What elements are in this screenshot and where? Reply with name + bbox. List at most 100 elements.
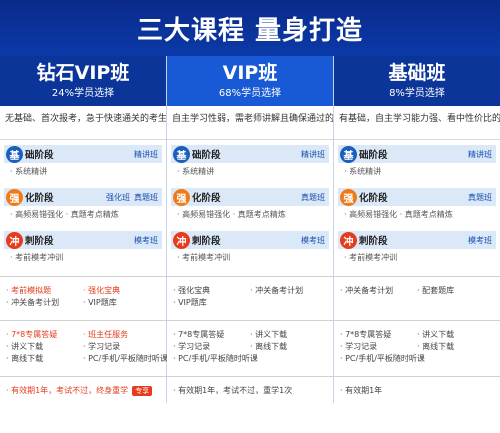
stage-tags: 真题班 bbox=[301, 192, 329, 203]
stage-item: · 系统精讲 bbox=[177, 167, 215, 176]
basic-stage: 基 础阶段 精讲班 · 系统精讲 bbox=[4, 145, 162, 188]
validity-note: · 有效期1年，考试不过，重学1次 bbox=[173, 385, 327, 397]
validity-text: · 有效期1年，考试不过，重学1次 bbox=[173, 386, 293, 395]
class-tag-link[interactable]: 强化班 bbox=[106, 192, 130, 203]
stage-item: · 系统精讲 bbox=[344, 167, 382, 176]
class-tag-link[interactable]: 真题班 bbox=[134, 192, 158, 203]
features-section: · 冲关备考计划 · 配套题库 bbox=[334, 276, 500, 320]
stage-header: 基 础阶段 精讲班 bbox=[4, 145, 162, 163]
stage-list: 基 础阶段 精讲班 · 系统精讲 强 化阶段 真题班 · 高频易错强化 · 真题… bbox=[167, 140, 333, 276]
stage-title: 刺阶段 bbox=[359, 236, 388, 247]
banner-title: 三大课程 量身打造 bbox=[136, 15, 364, 46]
feature-item: · 冲关备考计划 bbox=[250, 286, 304, 295]
stage-badge-icon: 基 bbox=[173, 145, 190, 163]
stage-tags: 精讲班 bbox=[134, 149, 162, 160]
validity-note: · 有效期1年，考试不过，终身重学 专享 bbox=[6, 385, 160, 397]
selection-rate: 24%学员选择 bbox=[51, 87, 115, 99]
service-item: · 讲义下载 bbox=[6, 342, 44, 351]
course-comparison-page: 三大课程 量身打造 钻石VIP班 24%学员选择 无基础、首次报考，急于快速通关… bbox=[0, 0, 500, 403]
services-section: · 7*8专属答疑 · 讲义下载 · 学习记录 · 离线下载 · PC/手机/平板随时听… bbox=[167, 320, 333, 376]
stage-tags: 模考班 bbox=[134, 235, 162, 246]
stage-header: 基 础阶段 精讲班 bbox=[338, 145, 496, 163]
stage-header: 强 化阶段 强化班 真题班 bbox=[4, 188, 162, 206]
stage-badge-icon: 强 bbox=[173, 188, 190, 206]
service-item: · 离线下载 bbox=[250, 342, 288, 351]
stage-header: 冲 刺阶段 模考班 bbox=[338, 231, 496, 249]
feature-item: · 强化宝典 bbox=[83, 286, 121, 295]
stage-title: 刺阶段 bbox=[192, 236, 221, 247]
stage-item: · 系统精讲 bbox=[10, 167, 48, 176]
intensive-stage: 强 化阶段 强化班 真题班 · 高频易错强化 · 真题考点精炼 bbox=[4, 188, 162, 231]
services-section: · 7*8专属答疑 · 班主任服务 · 讲义下载 · 学习记录 · 离线下载 · PC/手… bbox=[0, 320, 168, 376]
stage-badge-icon: 强 bbox=[6, 188, 23, 206]
course-name: 基础班 bbox=[388, 61, 446, 84]
intensive-stage: 强 化阶段 真题班 · 高频易错强化 · 真题考点精炼 bbox=[171, 188, 329, 231]
service-item: · 讲义下载 bbox=[250, 330, 288, 339]
feature-item: · VIP题库 bbox=[173, 298, 207, 307]
service-item: · 学习记录 bbox=[173, 342, 211, 351]
service-item: · 学习记录 bbox=[340, 342, 378, 351]
class-tag-link[interactable]: 真题班 bbox=[468, 192, 492, 203]
column-header[interactable]: 基础班 8%学员选择 bbox=[334, 56, 500, 106]
sprint-stage: 冲 刺阶段 模考班 · 考前模考冲训 bbox=[4, 231, 162, 274]
stage-badge-icon: 冲 bbox=[340, 231, 357, 249]
features-section: · 强化宝典 · 冲关备考计划 · VIP题库 bbox=[167, 276, 333, 320]
intensive-stage: 强 化阶段 真题班 · 高频易错强化 · 真题考点精炼 bbox=[338, 188, 496, 231]
feature-item: · 强化宝典 bbox=[173, 286, 211, 295]
service-item: · 班主任服务 bbox=[83, 330, 129, 339]
stage-tags: 真题班 bbox=[468, 192, 496, 203]
stage-header: 冲 刺阶段 模考班 bbox=[4, 231, 162, 249]
exclusive-badge: 专享 bbox=[132, 386, 153, 396]
service-item: · 7*8专属答疑 bbox=[6, 330, 58, 339]
course-column: 钻石VIP班 24%学员选择 无基础、首次报考，急于快速通关的考生 基 础阶段 … bbox=[0, 56, 168, 403]
stage-title: 础阶段 bbox=[192, 150, 221, 161]
target-audience: 无基础、首次报考，急于快速通关的考生 bbox=[0, 106, 166, 140]
stage-list: 基 础阶段 精讲班 · 系统精讲 强 化阶段 真题班 · 高频易错强化 · 真题… bbox=[334, 140, 500, 276]
service-item: · 离线下载 bbox=[417, 342, 455, 351]
class-tag-link[interactable]: 真题班 bbox=[301, 192, 325, 203]
feature-item: · VIP题库 bbox=[83, 298, 117, 307]
target-audience: 有基础，自主学习能力强、看中性价比的考生 bbox=[334, 106, 500, 140]
class-tag-link[interactable]: 精讲班 bbox=[134, 149, 158, 160]
selection-rate: 8%学员选择 bbox=[389, 87, 445, 99]
service-item: · 7*8专属答疑 bbox=[173, 330, 225, 339]
stage-header: 基 础阶段 精讲班 bbox=[171, 145, 329, 163]
stage-item: · 高频易错强化 · 真题考点精炼 bbox=[177, 210, 286, 219]
feature-item: · 考前模拟题 bbox=[6, 286, 52, 295]
stage-tags: 模考班 bbox=[301, 235, 329, 246]
validity-section: · 有效期1年，考试不过，重学1次 bbox=[167, 376, 333, 433]
selection-rate: 68%学员选择 bbox=[218, 87, 282, 99]
service-item: · PC/手机/平板随时听课 bbox=[83, 354, 168, 363]
basic-stage: 基 础阶段 精讲班 · 系统精讲 bbox=[171, 145, 329, 188]
class-tag-link[interactable]: 精讲班 bbox=[301, 149, 325, 160]
service-item: · PC/手机/平板随时听课 bbox=[340, 354, 425, 363]
column-header[interactable]: 钻石VIP班 24%学员选择 bbox=[0, 56, 166, 106]
stage-tags: 精讲班 bbox=[301, 149, 329, 160]
stage-badge-icon: 基 bbox=[6, 145, 23, 163]
service-item: · 学习记录 bbox=[83, 342, 121, 351]
stage-badge-icon: 强 bbox=[340, 188, 357, 206]
course-column: 基础班 8%学员选择 有基础，自主学习能力强、看中性价比的考生 基 础阶段 精讲… bbox=[334, 56, 500, 403]
stage-title: 础阶段 bbox=[25, 150, 54, 161]
course-name: 钻石VIP班 bbox=[36, 61, 130, 84]
service-item: · 离线下载 bbox=[6, 354, 44, 363]
stage-badge-icon: 基 bbox=[340, 145, 357, 163]
stage-list: 基 础阶段 精讲班 · 系统精讲 强 化阶段 强化班 真题班 · 高频易错强化 ·… bbox=[0, 140, 166, 276]
service-item: · 讲义下载 bbox=[417, 330, 455, 339]
class-tag-link[interactable]: 模考班 bbox=[134, 235, 158, 246]
column-header[interactable]: VIP班 68%学员选择 bbox=[167, 56, 333, 106]
stage-title: 化阶段 bbox=[25, 193, 54, 204]
class-tag-link[interactable]: 模考班 bbox=[468, 235, 492, 246]
stage-header: 冲 刺阶段 模考班 bbox=[171, 231, 329, 249]
stage-title: 刺阶段 bbox=[25, 236, 54, 247]
validity-text: · 有效期1年 bbox=[340, 386, 383, 395]
stage-header: 强 化阶段 真题班 bbox=[338, 188, 496, 206]
validity-text: · 有效期1年，考试不过，终身重学 bbox=[6, 386, 129, 395]
stage-item: · 考前模考冲训 bbox=[177, 253, 231, 262]
class-tag-link[interactable]: 模考班 bbox=[301, 235, 325, 246]
stage-title: 础阶段 bbox=[359, 150, 388, 161]
class-tag-link[interactable]: 精讲班 bbox=[468, 149, 492, 160]
validity-section: · 有效期1年，考试不过，终身重学 专享 bbox=[0, 376, 166, 433]
stage-item: · 考前模考冲训 bbox=[344, 253, 398, 262]
feature-item: · 配套题库 bbox=[417, 286, 455, 295]
